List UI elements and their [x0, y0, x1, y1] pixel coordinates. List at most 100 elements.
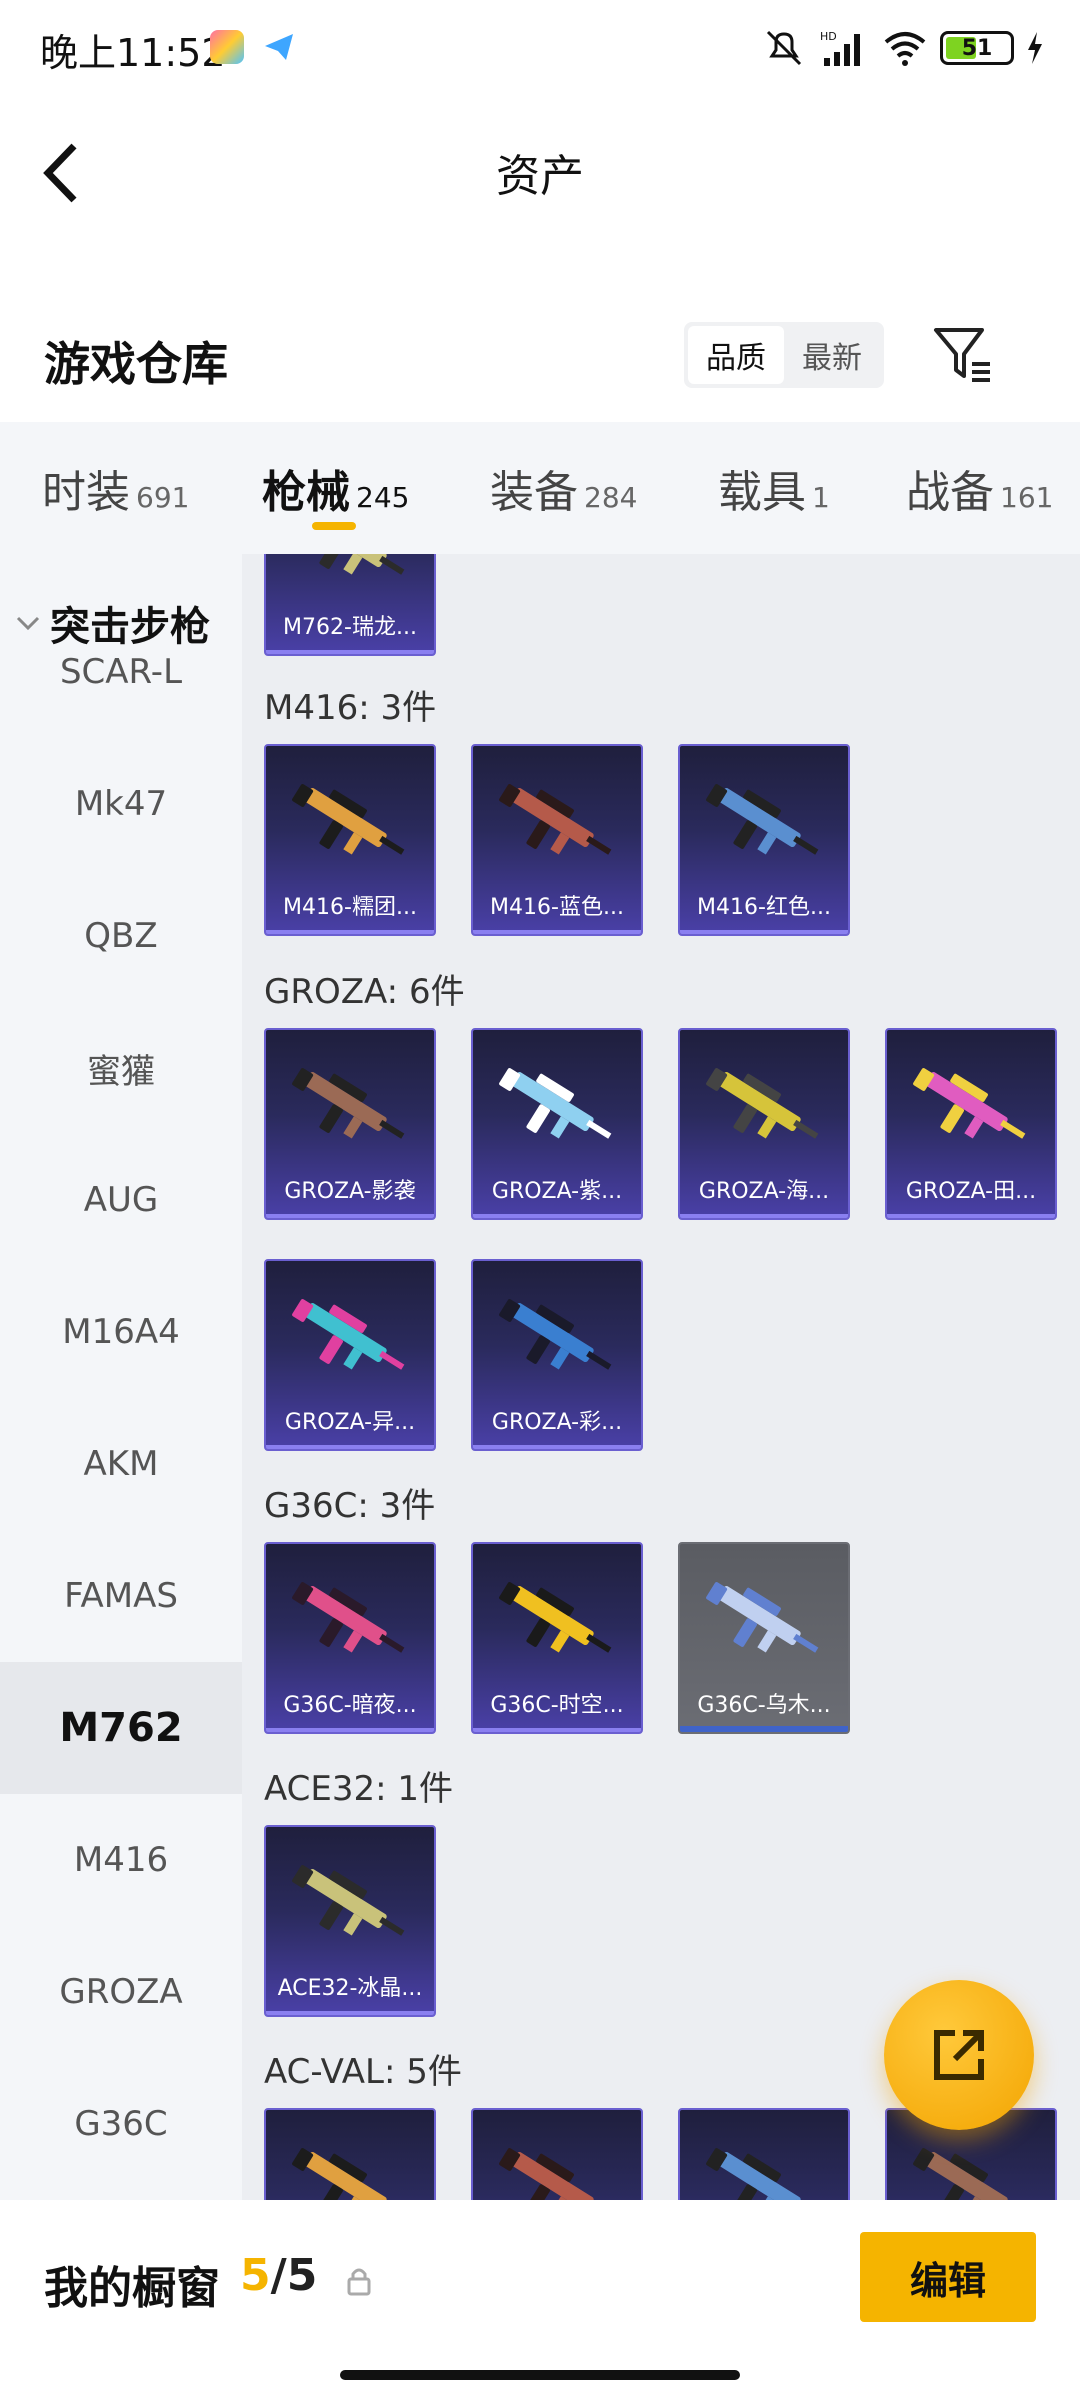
weapon-card-label: GROZA-影袭 [284, 1179, 416, 1204]
gun-icon [913, 1068, 1026, 1139]
signal-icon: HD [820, 30, 860, 66]
section-title: 游戏仓库 [44, 337, 228, 391]
sidebar-item[interactable]: AKM [0, 1398, 242, 1530]
gun-icon [499, 1582, 612, 1653]
group-title: ACE32: 1件 [264, 1769, 454, 1809]
weapon-card[interactable]: M416-红色... [678, 744, 850, 936]
weapon-card[interactable]: G36C-乌木... [678, 1542, 850, 1734]
weapon-card-label: M416-红色... [697, 895, 831, 920]
card-rarity-strip [680, 1214, 848, 1218]
edit-button[interactable]: 编辑 [860, 2232, 1036, 2322]
card-rarity-strip [266, 1728, 434, 1732]
card-rarity-strip [266, 930, 434, 934]
tab-label: 战备 [906, 467, 994, 518]
sidebar-item[interactable]: M16A4 [0, 1266, 242, 1398]
group-title: GROZA: 6件 [264, 972, 465, 1012]
gun-icon [292, 2148, 405, 2200]
gun-icon [292, 1299, 405, 1370]
message-app-icon [262, 30, 296, 64]
sidebar-item[interactable]: SCAR-L [0, 606, 242, 738]
status-icons: HD 51 [762, 26, 1044, 70]
sidebar-item[interactable]: M416 [0, 1794, 242, 1926]
weapon-card[interactable] [264, 2108, 436, 2200]
weapon-card[interactable]: GROZA-异... [264, 1259, 436, 1451]
tab-count: 1 [812, 481, 830, 514]
weapon-card[interactable] [678, 2108, 850, 2200]
weapon-card-label: GROZA-田... [905, 1179, 1037, 1204]
active-tab-indicator [312, 522, 356, 530]
weapon-card[interactable] [471, 2108, 643, 2200]
status-time: 晚上11:52 [40, 31, 226, 75]
charging-icon [1028, 32, 1042, 64]
sort-quality-button[interactable]: 品质 [688, 326, 784, 384]
tab-label: 载具 [718, 467, 806, 518]
gun-icon [499, 1068, 612, 1139]
tab-equipment[interactable]: 装备 284 [490, 456, 637, 520]
tab-supplies[interactable]: 战备 161 [906, 456, 1053, 520]
sidebar-item[interactable]: FAMAS [0, 1530, 242, 1662]
weapon-card-label: GROZA-彩... [491, 1410, 623, 1435]
filter-button[interactable] [930, 322, 996, 388]
sidebar-item[interactable]: Mk47 [0, 738, 242, 870]
tab-guns[interactable]: 枪械 245 [262, 456, 409, 520]
tab-label: 装备 [490, 467, 578, 518]
weapon-card[interactable]: GROZA-紫... [471, 1028, 643, 1220]
sidebar-item[interactable]: G36C [0, 2058, 242, 2190]
share-button[interactable] [884, 1980, 1034, 2130]
card-rarity-strip [473, 930, 641, 934]
sidebar-item[interactable]: QBZ [0, 870, 242, 1002]
tab-count: 161 [1000, 481, 1054, 514]
sidebar-item[interactable]: M762 [0, 1662, 242, 1794]
showcase-current: 5 [240, 2250, 271, 2301]
weapon-type-sidebar: 突击步枪 SCAR-L Mk47 QBZ 蜜獾 AUG M16A4 AKM FAMAS M762… [0, 554, 242, 2200]
weapon-card[interactable]: GROZA-影袭 [264, 1028, 436, 1220]
share-icon [934, 2030, 984, 2080]
tab-count: 691 [136, 481, 190, 514]
tab-count: 245 [356, 481, 410, 514]
sidebar-item[interactable]: GROZA [0, 1926, 242, 2058]
weapon-card[interactable]: ACE32-冰晶... [264, 1825, 436, 2017]
weapon-card-label: ACE32-冰晶... [277, 1976, 423, 2001]
sidebar-item[interactable]: 蜜獾 [0, 1002, 242, 1134]
weapon-card[interactable]: G36C-时空... [471, 1542, 643, 1734]
battery-indicator: 51 [940, 31, 1014, 65]
mute-icon [766, 30, 802, 66]
category-tabs: 时装 691 枪械 245 装备 284 载具 1 战备 161 [0, 422, 1080, 554]
weapon-card[interactable]: M416-蓝色... [471, 744, 643, 936]
card-rarity-strip [887, 1214, 1055, 1218]
weapon-card-label: M416-糯团... [283, 895, 417, 920]
weapon-card[interactable]: GROZA-田... [885, 1028, 1057, 1220]
gun-icon [292, 1582, 405, 1653]
game-app-icon [210, 30, 244, 64]
weapon-grid: M762-瑞龙... M416: 3件 M416-糯团... M416-蓝色... M4… [242, 554, 1080, 2200]
section-header: 游戏仓库 品质 最新 [0, 310, 1080, 400]
home-indicator [340, 2370, 740, 2380]
tab-count: 284 [584, 481, 638, 514]
card-rarity-strip [266, 650, 434, 654]
group-title: AC-VAL: 5件 [264, 2052, 462, 2092]
weapon-card[interactable]: GROZA-彩... [471, 1259, 643, 1451]
gun-icon [499, 2148, 612, 2200]
battery-level: 51 [961, 35, 993, 61]
lock-icon [347, 2268, 371, 2296]
tab-fashion[interactable]: 时装 691 [42, 456, 189, 520]
gun-icon [913, 2148, 1026, 2200]
gun-icon [706, 1582, 819, 1653]
card-rarity-strip [473, 1728, 641, 1732]
gun-icon [292, 1865, 405, 1936]
showcase-label: 我的橱窗 [44, 2263, 220, 2314]
gun-icon [706, 784, 819, 855]
weapon-card[interactable]: G36C-暗夜... [264, 1542, 436, 1734]
weapon-card[interactable]: M762-瑞龙... [264, 554, 436, 656]
tab-vehicles[interactable]: 载具 1 [718, 456, 830, 520]
card-rarity-strip [266, 1214, 434, 1218]
filter-icon [934, 328, 990, 382]
sort-newest-button[interactable]: 最新 [784, 326, 880, 384]
sidebar-item[interactable]: AUG [0, 1134, 242, 1266]
status-bar: 晚上11:52 HD 51 [0, 0, 1080, 96]
weapon-card[interactable]: GROZA-海... [678, 1028, 850, 1220]
gun-icon [292, 1068, 405, 1139]
weapon-card[interactable]: M416-糯团... [264, 744, 436, 936]
gun-icon [499, 1299, 612, 1370]
weapon-card-label: M762-瑞龙... [283, 615, 417, 640]
